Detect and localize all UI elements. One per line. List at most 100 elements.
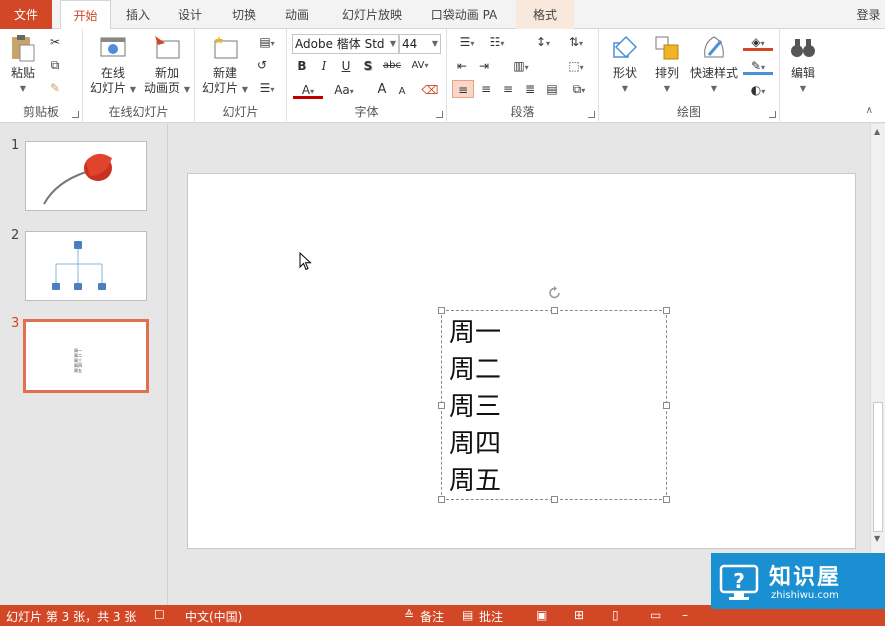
numbering-icon[interactable]: ☷▾ [483,33,511,51]
shadow-button[interactable]: S [359,57,377,75]
tab-pocket-animation[interactable]: 口袋动画 PA [420,0,508,29]
rotate-handle-icon[interactable] [547,285,563,301]
font-size-select[interactable]: 44 ▼ [399,34,441,54]
increase-indent-icon[interactable]: ⇥ [475,57,493,75]
vertical-scrollbar[interactable]: ▲ ▼ [870,124,885,605]
clipboard-launcher-icon[interactable] [72,111,79,118]
smartart-icon[interactable]: ⧉▾ [565,80,593,98]
bullets-icon[interactable]: ☰▾ [453,33,481,51]
align-text-icon[interactable]: ⬚▾ [561,57,591,75]
slide-sorter-icon[interactable]: ⊞ [574,608,584,622]
editing-dropdown-icon[interactable]: ▼ [784,81,822,96]
tab-home[interactable]: 开始 [60,0,111,30]
decrease-indent-icon[interactable]: ⇤ [453,57,471,75]
online-slide-button[interactable]: 在线 幻灯片 ▼ [87,33,139,97]
resize-handle-n[interactable] [551,307,558,314]
arrange-dropdown-icon[interactable]: ▼ [647,81,687,96]
editing-label: 编辑 [790,66,815,80]
font-color-button[interactable]: A▾ [293,81,323,99]
font-name-select[interactable]: Adobe 楷体 Std ▼ [292,34,399,54]
resize-handle-s[interactable] [551,496,558,503]
arrange-button[interactable]: 排列 ▼ [647,33,687,96]
tab-transitions[interactable]: 切换 [222,0,266,29]
comments-icon[interactable]: ▤ [462,608,473,622]
group-label-paragraph: 段落 [510,105,535,119]
text-box-selected[interactable]: 周一 周二 周三 周四 周五 [438,286,670,503]
resize-handle-sw[interactable] [438,496,445,503]
paragraph-launcher-icon[interactable] [588,111,595,118]
font-launcher-icon[interactable] [436,111,443,118]
shape-fill-icon[interactable]: ◈▾ [743,33,773,51]
paste-button[interactable]: 粘贴 ▼ [6,33,40,96]
resize-handle-se[interactable] [663,496,670,503]
scroll-down-icon[interactable]: ▼ [874,534,880,543]
new-slide-button[interactable]: 新建 幻灯片 ▼ [199,33,251,97]
align-center-icon[interactable]: ≡ [477,80,495,98]
group-drawing: 形状 ▼ 排列 ▼ 快速样式 ▼ ◈▾ ✎▾ ◐▾ 绘图 [599,29,780,123]
text-direction-icon[interactable]: ⇅▾ [561,33,591,51]
shape-outline-icon[interactable]: ✎▾ [743,57,773,75]
comments-button[interactable]: 批注 [479,608,503,625]
copy-icon[interactable]: ⧉ [46,56,64,74]
tab-insert[interactable]: 插入 [117,0,159,29]
change-case-button[interactable]: Aa▾ [327,81,361,99]
shape-effects-icon[interactable]: ◐▾ [743,81,773,99]
resize-handle-nw[interactable] [438,307,445,314]
char-spacing-button[interactable]: AV▾ [405,57,435,75]
reset-icon[interactable]: ↺ [253,56,271,74]
paste-dropdown-icon[interactable]: ▼ [6,81,40,96]
tab-file[interactable]: 文件 [0,0,52,29]
slide-thumbnail-2[interactable] [25,231,147,301]
tab-animations[interactable]: 动画 [276,0,318,29]
slideshow-view-icon[interactable]: ▭ [650,608,661,622]
zoom-out-icon[interactable]: – [682,608,688,622]
grow-font-button[interactable]: A [373,81,391,99]
clear-format-icon[interactable]: ⌫ [421,81,439,99]
section-icon[interactable]: ☰▾ [253,79,281,97]
language-indicator[interactable]: 中文(中国) [185,608,242,625]
login-link[interactable]: 登录 [852,0,885,29]
notes-button[interactable]: 备注 [420,608,444,625]
new-animation-page-button[interactable]: 新加 动画页 ▼ [141,33,193,97]
shapes-dropdown-icon[interactable]: ▼ [605,81,645,96]
spell-check-icon[interactable]: ☐ [154,608,165,622]
quick-styles-icon [704,36,724,58]
text-box-content[interactable]: 周一 周二 周三 周四 周五 [449,315,501,500]
tab-format[interactable]: 格式 [516,0,574,29]
drawing-launcher-icon[interactable] [769,111,776,118]
bold-button[interactable]: B [293,57,311,75]
collapse-ribbon-icon[interactable]: ∧ [866,105,873,116]
shapes-icon [613,35,638,59]
justify-icon[interactable]: ≣ [521,80,539,98]
columns-icon[interactable]: ▥▾ [507,57,535,75]
quick-styles-dropdown-icon[interactable]: ▼ [687,81,741,96]
resize-handle-e[interactable] [663,402,670,409]
distributed-icon[interactable]: ▤ [543,80,561,98]
slide-thumbnail-1[interactable] [25,141,147,211]
shapes-button[interactable]: 形状 ▼ [605,33,645,96]
editing-button[interactable]: 编辑 ▼ [784,33,822,96]
underline-button[interactable]: U [337,57,355,75]
scroll-thumb[interactable] [873,402,883,532]
normal-view-icon[interactable]: ▣ [536,608,547,622]
tab-design[interactable]: 设计 [168,0,212,29]
line-spacing-icon[interactable]: ↕▾ [529,33,557,51]
new-slide-icon [214,36,238,59]
strikethrough-button[interactable]: abc [381,57,403,75]
resize-handle-w[interactable] [438,402,445,409]
resize-handle-ne[interactable] [663,307,670,314]
notes-icon[interactable]: ≙ [404,608,414,622]
shrink-font-button[interactable]: A [393,83,411,101]
cut-icon[interactable]: ✂ [46,33,64,51]
reading-view-icon[interactable]: ▯ [612,608,619,622]
scroll-up-icon[interactable]: ▲ [874,127,880,136]
quick-styles-button[interactable]: 快速样式 ▼ [687,33,741,96]
layout-icon[interactable]: ▤▾ [253,33,281,51]
format-painter-icon[interactable]: ✎ [46,79,64,97]
align-right-icon[interactable]: ≡ [499,80,517,98]
italic-button[interactable]: I [315,57,333,75]
align-left-icon[interactable]: ≡ [452,80,474,98]
slide-canvas[interactable]: 周一 周二 周三 周四 周五 [187,173,856,549]
slide-thumbnail-3-selected[interactable]: 周一 周二 周三 周四 周五 [23,319,149,393]
tab-slideshow[interactable]: 幻灯片放映 [332,0,412,29]
